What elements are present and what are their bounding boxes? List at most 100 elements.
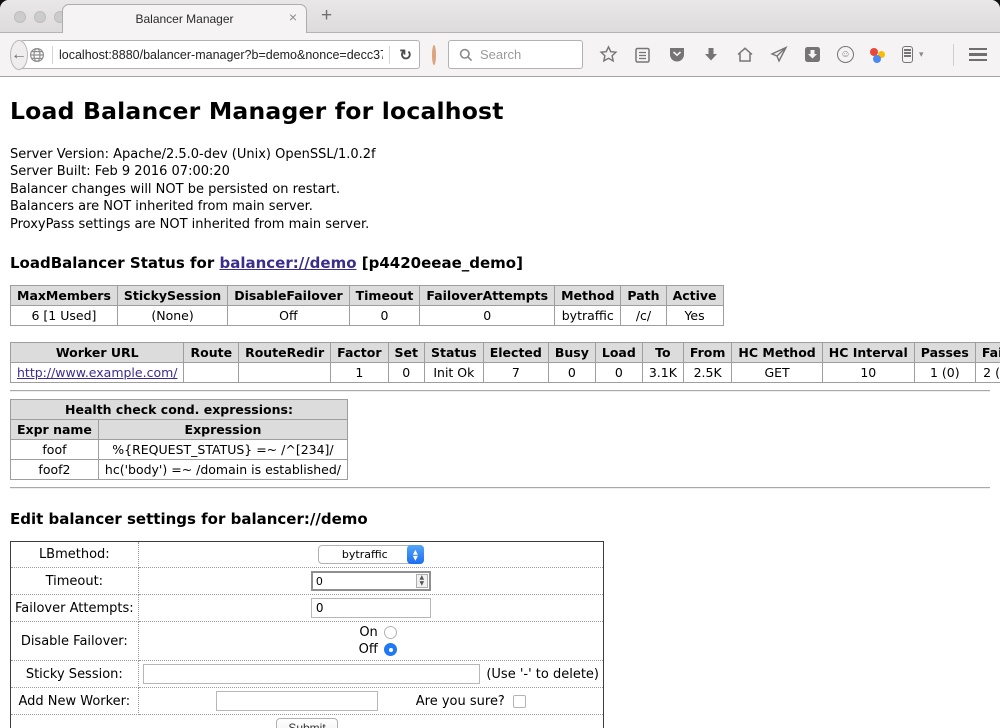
toolbar-separator [953,44,954,66]
add-worker-input[interactable] [216,691,378,711]
status-heading-suffix: [p4420eeae_demo] [357,254,523,272]
balancer-link[interactable]: balancer://demo [219,254,356,272]
page-content: Load Balancer Manager for localhost Serv… [0,77,1000,728]
form-row-lbmethod: LBmethod: bytraffic ▲▼ [11,542,604,568]
tab-title: Balancer Manager [135,12,233,26]
col-passes: Passes [914,343,975,363]
urlbar-divider [389,46,390,64]
cell-to: 3.1K [642,363,683,383]
failover-attempts-label: Failover Attempts: [11,595,139,622]
col-failoverattempts: FailoverAttempts [420,286,555,306]
cell-disablefailover: Off [228,306,349,326]
cell-factor: 1 [331,363,388,383]
form-row-submit: Submit [11,715,604,728]
urlbar-divider [52,46,53,64]
search-bar[interactable] [448,40,583,69]
health-check-table: Health check cond. expressions: Expr nam… [10,399,348,480]
form-row-sticky: Sticky Session: (Use '-' to delete) [11,661,604,688]
back-button[interactable]: ← [10,40,28,70]
timeout-label: Timeout: [11,568,139,595]
form-row-add-worker: Add New Worker: Are you sure? [11,688,604,715]
page-title: Load Balancer Manager for localhost [10,97,990,125]
table-title-row: Health check cond. expressions: [11,400,348,420]
are-you-sure-checkbox[interactable] [513,695,526,708]
number-stepper-icon[interactable]: ▲▼ [416,574,428,588]
cell-expression: %{REQUEST_STATUS} =~ /^[234]/ [98,440,347,460]
reading-list-icon[interactable] [633,45,652,64]
off-label: Off [359,642,378,657]
browser-window: Balancer Manager × + ← localhost:8880/ba… [0,0,1000,728]
tab-close-icon[interactable]: × [289,10,297,24]
disable-failover-on-radio[interactable] [384,626,397,639]
minimize-window-button[interactable] [34,11,46,23]
sticky-session-label: Sticky Session: [11,661,139,688]
col-disablefailover: DisableFailover [228,286,349,306]
form-row-disable-failover: Disable Failover: On Off [11,622,604,661]
col-hc-method: HC Method [732,343,822,363]
timeout-input[interactable] [311,571,431,591]
colorful-extension-icon[interactable] [869,46,887,64]
pocket-icon[interactable] [667,45,686,64]
url-bar[interactable]: localhost:8880/balancer-manager?b=demo&n… [20,40,420,69]
col-set: Set [388,343,424,363]
lbmethod-select[interactable]: bytraffic ▲▼ [318,545,424,564]
feedback-smiley-icon[interactable]: ☺ [837,46,854,63]
lbmethod-label: LBmethod: [11,542,139,568]
download-box-icon[interactable] [803,45,822,64]
edit-settings-heading: Edit balancer settings for balancer://de… [10,510,990,528]
table-row: http://www.example.com/ 1 0 Init Ok 7 0 … [11,363,1000,383]
reload-icon[interactable]: ↻ [396,46,415,64]
globe-icon [27,45,46,64]
persist-note-line: Balancer changes will NOT be persisted o… [10,181,990,198]
cell-expression: hc('body') =~ /domain is established/ [98,460,347,480]
sticky-session-input[interactable] [143,664,481,684]
balancer-status-table: MaxMembers StickySession DisableFailover… [10,285,724,326]
home-icon[interactable] [735,45,754,64]
cell-stickysession: (None) [117,306,227,326]
proxypass-note-line: ProxyPass settings are NOT inherited fro… [10,216,990,233]
url-text[interactable]: localhost:8880/balancer-manager?b=demo&n… [59,48,383,62]
col-routeredir: RouteRedir [239,343,331,363]
new-tab-button[interactable]: + [321,5,332,27]
table-header-row: Expr name Expression [11,420,348,440]
server-info: Server Version: Apache/2.5.0-dev (Unix) … [10,146,990,233]
chevron-down-icon[interactable]: ▾ [919,49,924,60]
cell-hc-method: GET [732,363,822,383]
bookmark-star-icon[interactable] [599,45,618,64]
cell-busy: 0 [548,363,595,383]
col-busy: Busy [548,343,595,363]
failover-attempts-input[interactable] [311,598,431,618]
col-load: Load [595,343,642,363]
blocked-content-icon[interactable] [432,45,436,65]
worker-url-link[interactable]: http://www.example.com/ [17,365,177,380]
cell-method: bytraffic [555,306,621,326]
window-controls[interactable] [14,11,66,23]
sticky-delete-note: (Use '-' to delete) [486,667,599,682]
cell-routeredir [239,363,331,383]
disable-failover-off-radio[interactable] [384,643,397,656]
on-label: On [359,625,377,640]
disable-failover-label: Disable Failover: [11,622,139,661]
cell-maxmembers: 6 [1 Used] [11,306,118,326]
send-plane-icon[interactable] [769,45,788,64]
container-extension-icon[interactable] [902,46,913,63]
submit-button[interactable]: Submit [276,718,337,728]
lbmethod-selected-value: bytraffic [329,548,401,561]
search-input[interactable] [480,47,575,62]
close-window-button[interactable] [14,11,26,23]
tab-balancer-manager[interactable]: Balancer Manager × [62,4,307,33]
section-divider [10,390,990,392]
col-from: From [683,343,732,363]
download-arrow-icon[interactable] [701,45,720,64]
cell-load: 0 [595,363,642,383]
section-divider [10,487,990,489]
col-factor: Factor [331,343,388,363]
cell-worker-url: http://www.example.com/ [11,363,184,383]
cell-passes: 1 (0) [914,363,975,383]
menu-icon[interactable] [969,48,987,61]
table-row: foof %{REQUEST_STATUS} =~ /^[234]/ [11,440,348,460]
cell-expr-name: foof [11,440,99,460]
are-you-sure-label: Are you sure? [416,694,505,709]
col-status: Status [425,343,484,363]
col-active: Active [666,286,723,306]
